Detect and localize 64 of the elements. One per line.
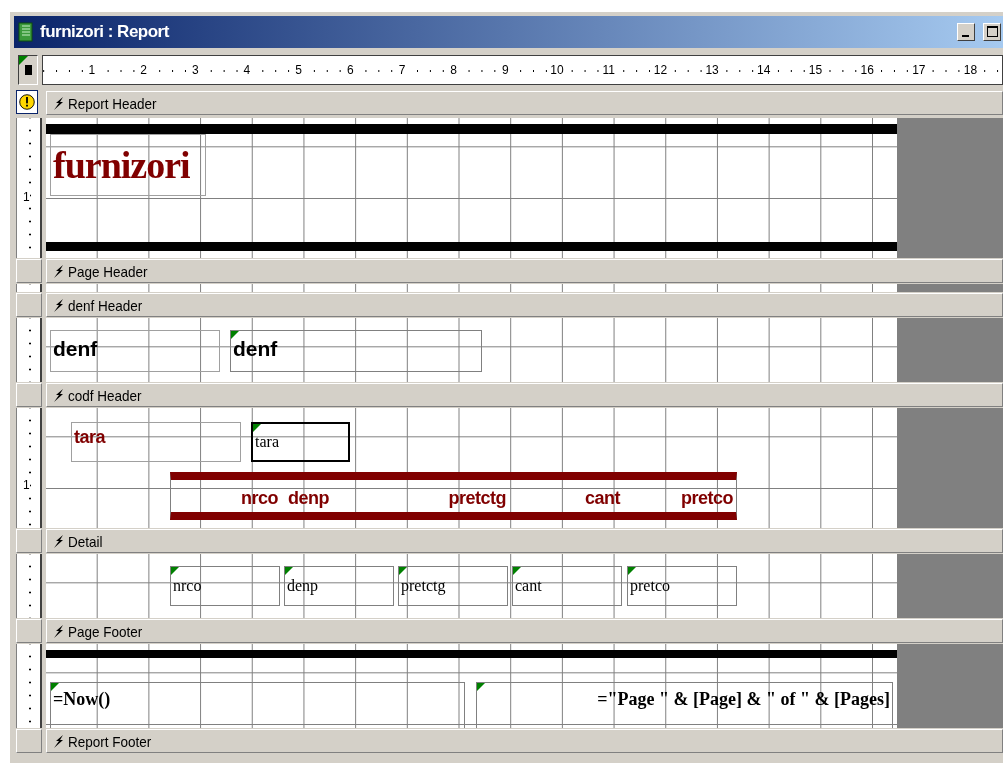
ruler-number: 6	[345, 63, 355, 77]
minimize-button[interactable]	[957, 23, 975, 41]
text-box-control[interactable]: denp	[284, 566, 394, 606]
text-box-control[interactable]: cant	[512, 566, 622, 606]
section-bar[interactable]: Page Footer	[46, 619, 1003, 643]
section-bar[interactable]: denf Header	[46, 293, 1003, 317]
section-bar[interactable]: Page Header	[46, 259, 1003, 283]
section-arrow-icon	[53, 624, 64, 638]
label-control[interactable]: denf	[50, 330, 220, 372]
vertical-ruler	[16, 318, 42, 382]
ruler-number: 10	[549, 63, 565, 77]
section-bar[interactable]: Detail	[46, 529, 1003, 553]
warning-icon[interactable]	[16, 90, 38, 114]
label-control[interactable]: cant	[514, 484, 622, 510]
text-box-control[interactable]: pretctg	[398, 566, 508, 606]
section-arrow-icon	[53, 298, 64, 312]
ruler-number: 14	[756, 63, 772, 77]
ruler-number: 15	[807, 63, 824, 77]
ruler-number: 5	[294, 63, 303, 77]
ruler-number: 1	[87, 63, 97, 77]
ruler-number: 18	[962, 63, 979, 77]
ruler-number: 1	[23, 190, 30, 204]
section-selector[interactable]	[16, 383, 42, 407]
label-control[interactable]: nrco	[172, 484, 280, 510]
label-control[interactable]: pretco	[629, 484, 735, 510]
section-selector[interactable]	[16, 529, 42, 553]
text-box-control[interactable]: tara	[251, 422, 350, 462]
ruler-number: 11	[601, 63, 616, 77]
text-box-control[interactable]: nrco	[170, 566, 280, 606]
vertical-ruler	[16, 554, 42, 618]
label-control[interactable]: furnizori	[50, 134, 206, 196]
report-selector[interactable]	[18, 55, 38, 85]
section-selector[interactable]	[16, 293, 42, 317]
ruler-number: 16	[859, 63, 875, 77]
vertical-ruler	[16, 284, 42, 292]
section-arrow-icon	[53, 96, 64, 110]
ruler-number: 2	[139, 63, 148, 77]
ruler-number: 3	[190, 63, 200, 77]
section-selector[interactable]	[16, 729, 42, 753]
window-title: furnizori : Report	[40, 22, 171, 42]
label-control[interactable]: tara	[71, 422, 241, 462]
section-arrow-icon	[53, 734, 64, 748]
ruler-number: 9	[501, 63, 510, 77]
text-box-control[interactable]: denf	[230, 330, 482, 372]
maximize-button[interactable]	[983, 23, 1001, 41]
ruler-number: 1	[23, 478, 30, 492]
section-selector[interactable]	[16, 619, 42, 643]
ruler-number: 4	[242, 63, 252, 77]
text-box-control[interactable]: pretco	[627, 566, 737, 606]
ruler-number: 8	[449, 63, 458, 77]
section-bar[interactable]: Report Header	[46, 91, 1003, 115]
section-bar[interactable]: codf Header	[46, 383, 1003, 407]
ruler-number: 17	[911, 63, 927, 77]
section-arrow-icon	[53, 264, 64, 278]
ruler-number: 7	[397, 63, 407, 77]
section-arrow-icon	[53, 388, 64, 402]
section-selector[interactable]	[16, 259, 42, 283]
section-arrow-icon	[53, 534, 64, 548]
section-bar[interactable]: Report Footer	[46, 729, 1003, 753]
report-icon	[18, 22, 34, 42]
ruler-number: 12	[652, 63, 669, 77]
label-control[interactable]: pretctg	[400, 484, 508, 510]
ruler-number: 13	[704, 63, 720, 77]
label-control[interactable]: denp	[286, 484, 396, 510]
